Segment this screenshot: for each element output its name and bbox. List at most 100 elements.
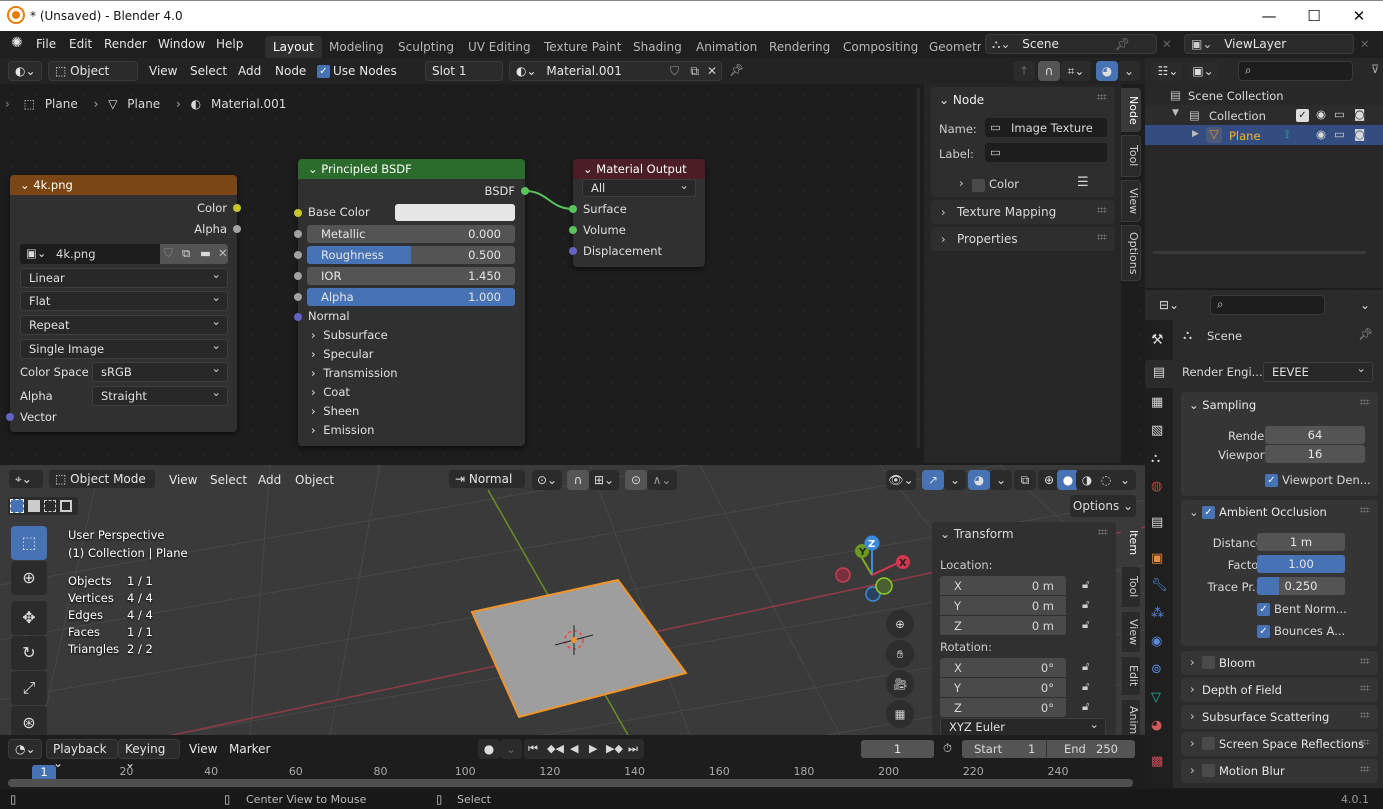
gizmos-icon[interactable]: ↗ (922, 470, 944, 490)
playback-dropdown[interactable]: Playback ⌄ (46, 739, 118, 770)
node-header[interactable]: ⌄ Material Output (573, 159, 705, 179)
bounces-checkbox[interactable]: ✓ (1257, 625, 1270, 638)
options-dropdown-icon[interactable]: ⌄ (1354, 295, 1376, 315)
sidebar-tab-options[interactable]: Options (1121, 225, 1141, 281)
render-engine-dropdown[interactable]: EEVEE (1263, 361, 1373, 382)
overlays-dropdown-icon[interactable]: ⌄ (990, 470, 1012, 490)
drag-grip-icon[interactable] (1360, 685, 1370, 691)
scene-remove-icon[interactable]: ✕ (1162, 37, 1172, 51)
mesh-data-icon[interactable]: ⟟ (1285, 127, 1289, 142)
viewport-denoise-checkbox[interactable]: ✓ (1265, 474, 1278, 487)
color-space-dropdown[interactable]: sRGB (92, 361, 228, 382)
socket-metallic[interactable] (294, 230, 302, 238)
viewport-tab-item[interactable]: Item (1121, 523, 1141, 563)
socket-alpha[interactable] (233, 225, 241, 233)
panel-sheen[interactable]: › Sheen (311, 404, 359, 418)
auto-keying-dropdown-icon[interactable]: ⌄ (500, 739, 522, 759)
scale-tool-icon[interactable]: ⤢ (11, 671, 47, 705)
motion-blur-checkbox[interactable] (1202, 764, 1215, 777)
pivot-point-icon[interactable]: ⊙⌄ (532, 470, 562, 490)
drag-grip-icon[interactable] (1360, 766, 1370, 772)
ao-checkbox[interactable]: ✓ (1202, 506, 1215, 519)
outliner-item-scene-collection[interactable]: ▤ Scene Collection (1145, 85, 1383, 105)
select-intersect-icon[interactable] (60, 500, 72, 512)
prev-keyframe-icon[interactable]: ◆◀ (547, 739, 564, 759)
editor-type-icon[interactable]: ⊟⌄ (1153, 295, 1185, 315)
drag-grip-icon[interactable] (1097, 207, 1107, 213)
material-output-node[interactable]: ⌄ Material Output All Surface Volume Dis… (569, 159, 705, 267)
output-target-dropdown[interactable]: All (582, 178, 696, 197)
orthographic-grid-icon[interactable]: ▦ (886, 700, 914, 728)
panel-emission[interactable]: › Emission (311, 423, 374, 437)
screen-space-reflections-panel[interactable]: › Screen Space Reflections (1181, 732, 1378, 756)
play-reverse-icon[interactable]: ◀ (570, 739, 578, 759)
display-mode-icon[interactable]: ☷⌄ (1153, 61, 1183, 81)
socket-displacement[interactable] (569, 247, 577, 255)
open-folder-icon[interactable]: ▬ (200, 246, 211, 260)
metallic-slider[interactable]: Metallic 0.000 (307, 225, 515, 243)
material-tab-icon[interactable]: ◕ (1151, 718, 1162, 733)
monitor-icon[interactable]: ▭ (1334, 127, 1345, 141)
proportional-edit-icon[interactable]: ⊙ (625, 470, 647, 490)
particles-tab-icon[interactable]: ⁂ (1151, 606, 1164, 621)
transform-header[interactable]: ⌄ Transform (940, 527, 1014, 541)
duplicate-icon[interactable]: ⧉ (182, 246, 190, 261)
maximize-button[interactable]: ☐ (1291, 5, 1337, 27)
modifiers-tab-icon[interactable]: 🔧︎ (1151, 578, 1168, 593)
viewlayer-remove-icon[interactable]: ✕ (1360, 37, 1370, 51)
sidebar-tab-view[interactable]: View (1121, 180, 1141, 222)
ao-factor-slider[interactable]: 1.00 (1257, 555, 1345, 573)
lock-icon[interactable]: 🔓︎ (1082, 679, 1089, 694)
image-texture-node[interactable]: ⌄ 4k.png Color Alpha ▣⌄ 4k.png ⛉ ⧉ ▬ ✕ L… (6, 175, 241, 432)
bloom-checkbox[interactable] (1202, 656, 1215, 669)
bloom-panel[interactable]: › Bloom (1181, 651, 1378, 675)
tool-tab-icon[interactable]: ⚒ (1151, 332, 1164, 348)
viewport-tab-tool[interactable]: Tool (1121, 566, 1141, 608)
base-color-swatch[interactable] (395, 204, 515, 221)
socket-roughness[interactable] (294, 251, 302, 259)
current-frame-field[interactable]: 1 (861, 740, 934, 758)
select-box-tool-icon[interactable]: ⬚ (11, 526, 47, 560)
close-button[interactable]: ✕ (1336, 5, 1382, 27)
viewlayer-selector[interactable]: ▣⌄ ViewLayer (1184, 34, 1354, 54)
viewport-tab-edit[interactable]: Edit (1121, 656, 1141, 696)
socket-color[interactable] (233, 204, 241, 212)
menu-viewport-add[interactable]: Add (258, 473, 281, 487)
select-extend-icon[interactable] (28, 500, 40, 512)
shading-dropdown-icon[interactable]: ⌄ (1114, 470, 1136, 490)
viewport-tab-view[interactable]: View (1121, 611, 1141, 653)
drag-grip-icon[interactable] (1097, 94, 1107, 100)
data-tab-icon[interactable]: ▽ (1151, 690, 1161, 705)
extension-dropdown[interactable]: Repeat (20, 314, 228, 335)
select-new-icon[interactable] (10, 499, 24, 513)
play-icon[interactable]: ▶ (589, 739, 597, 759)
ao-trace-slider[interactable]: 0.250 (1257, 577, 1345, 595)
source-dropdown[interactable]: Single Image (20, 338, 228, 359)
render-samples-field[interactable]: 64 (1265, 426, 1365, 444)
lock-icon[interactable]: 🔓︎ (1082, 577, 1089, 592)
socket-normal[interactable] (294, 313, 302, 321)
viewport-tab-animation[interactable]: Anim (1121, 699, 1141, 735)
socket-ior[interactable] (294, 272, 302, 280)
sidebar-tab-tool[interactable]: Tool (1121, 135, 1141, 177)
start-frame-field[interactable]: 1 (1028, 742, 1035, 756)
overlays-icon[interactable]: ◕ (968, 470, 990, 490)
menu-viewport-select[interactable]: Select (210, 473, 247, 487)
alpha-slider[interactable]: Alpha 1.000 (307, 288, 515, 306)
eye-icon[interactable]: ◉ (1316, 127, 1326, 141)
exclude-checkbox[interactable]: ✓ (1296, 109, 1309, 122)
minimize-button[interactable]: — (1246, 5, 1292, 27)
outliner-search-input[interactable]: ⌕ (1238, 61, 1353, 81)
drag-grip-icon[interactable] (1360, 712, 1370, 718)
scene-tab-icon[interactable]: ⛬ (1151, 451, 1160, 466)
socket-alpha[interactable] (294, 293, 302, 301)
socket-surface[interactable] (569, 205, 577, 213)
location-z-field[interactable]: Z 0 m (940, 616, 1066, 635)
camera-icon[interactable]: ◙ (1354, 107, 1365, 121)
rotation-y-field[interactable]: Y 0° (940, 678, 1066, 697)
alpha-mode-dropdown[interactable]: Straight (92, 385, 228, 406)
timeline-scrollbar[interactable] (8, 779, 1133, 787)
panel-subsurface[interactable]: › Subsurface (311, 328, 388, 342)
view-layer-tab-icon[interactable]: ▧ (1151, 423, 1163, 438)
plane-object[interactable] (470, 578, 688, 719)
